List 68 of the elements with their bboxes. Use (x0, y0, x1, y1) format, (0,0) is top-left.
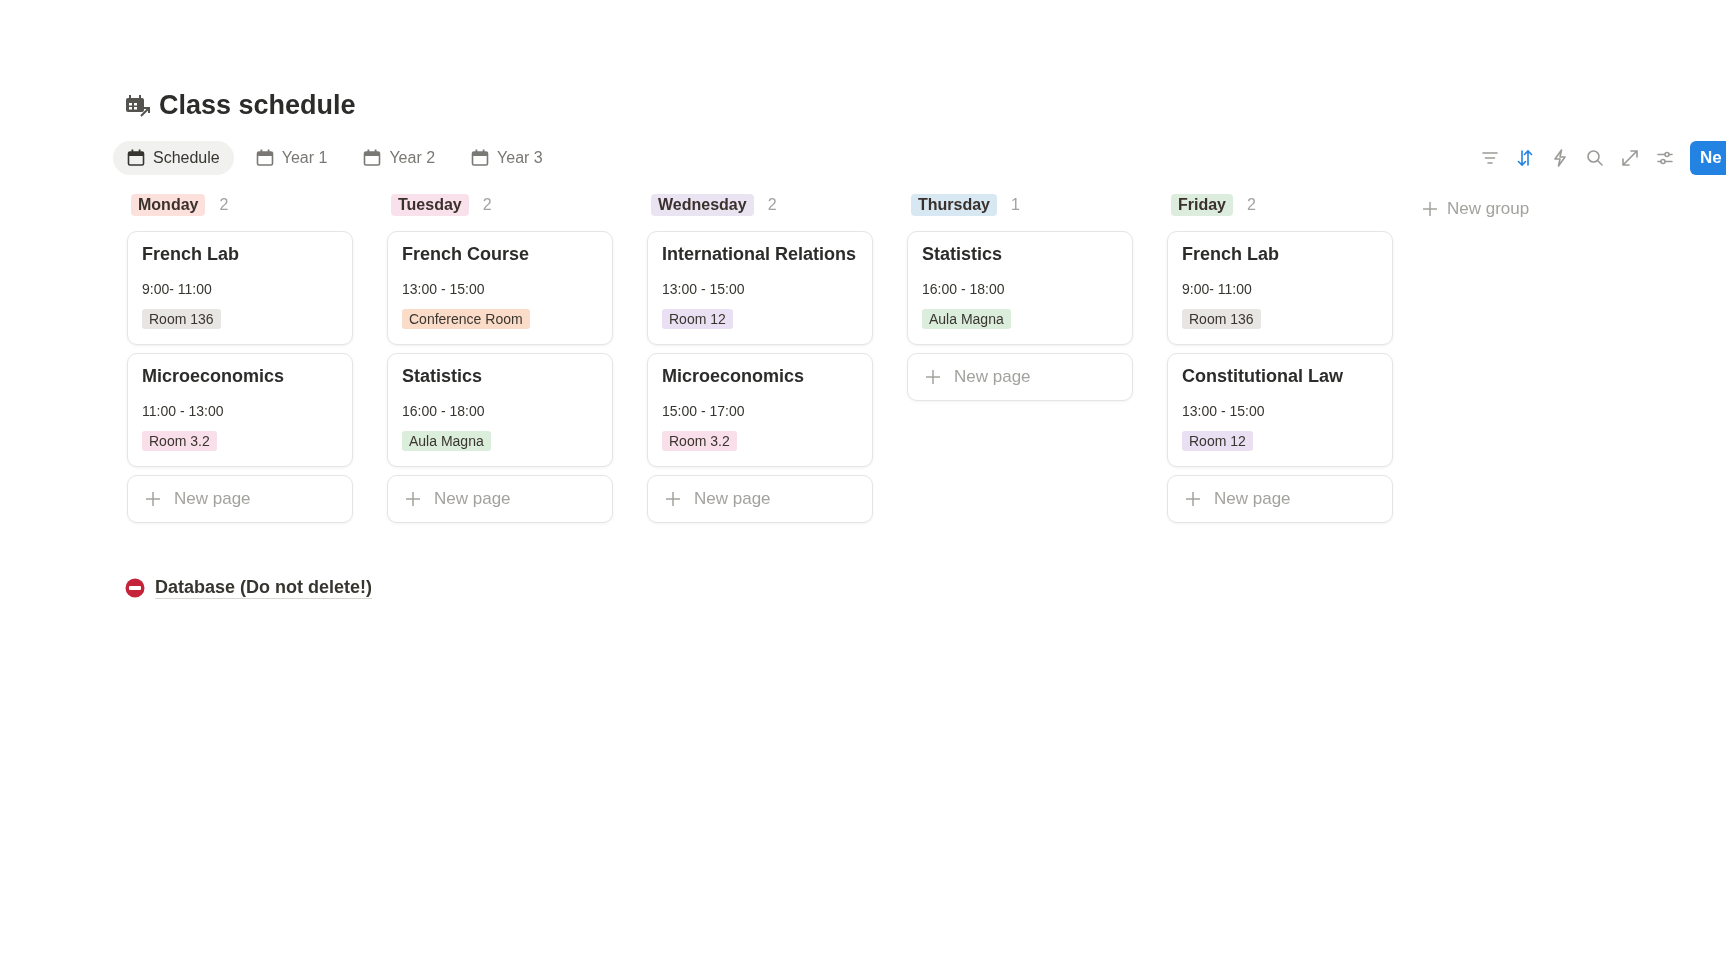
group-count: 2 (767, 196, 777, 214)
card-title: French Lab (1182, 244, 1279, 265)
calendar-icon (127, 149, 145, 167)
group-label: Monday (131, 194, 206, 216)
class-time: 16:00 - 18:00 (922, 281, 1005, 297)
class-time: 9:00- 11:00 (142, 281, 212, 297)
sort-icon[interactable] (1515, 148, 1535, 168)
group-count: 2 (1247, 196, 1256, 214)
class-card[interactable]: French Lab 9:00- 11:00 Room 136 (127, 231, 353, 345)
plus-icon (1423, 202, 1437, 216)
group-label: Friday (1171, 194, 1233, 216)
class-card[interactable]: French Course 13:00 - 15:00 Conference Room (387, 231, 613, 345)
card-title: Statistics (402, 366, 483, 387)
class-time: 9:00- 11:00 (1182, 281, 1252, 297)
plus-icon (666, 492, 680, 506)
card-title: French Course (402, 244, 530, 265)
room-tag: Room 136 (1182, 309, 1261, 329)
calendar-icon (363, 149, 382, 167)
group-count: 2 (219, 196, 229, 214)
class-card[interactable]: French Lab 9:00- 11:00 Room 136 (1167, 231, 1393, 345)
class-card[interactable]: International Relations 13:00 - 15:00 Room 12 (647, 231, 873, 345)
class-card[interactable]: Microeconomics 15:00 - 17:00 Room 3.2 (647, 353, 873, 467)
class-time: 13:00 - 15:00 (402, 281, 485, 297)
class-time: 11:00 - 13:00 (142, 403, 224, 419)
class-time: 16:00 - 18:00 (402, 403, 485, 419)
plus-icon (1186, 492, 1200, 506)
class-card[interactable]: Microeconomics 11:00 - 13:00 Room 3.2 (127, 353, 353, 467)
calendar-icon (471, 149, 490, 167)
card-title: Statistics (922, 244, 1003, 265)
group-label: Wednesday (651, 194, 754, 216)
new-button[interactable]: Ne (1690, 141, 1726, 175)
group-count: 2 (482, 196, 492, 214)
card-title: International Relations (662, 244, 857, 265)
room-tag: Room 3.2 (142, 431, 217, 451)
group-count: 1 (1011, 196, 1020, 214)
view-tab[interactable]: Year 2 (349, 141, 450, 175)
card-title: Constitutional Law (1182, 366, 1343, 387)
card-title: Microeconomics (142, 366, 285, 387)
room-tag: Room 12 (1182, 431, 1253, 451)
class-card[interactable]: Statistics 16:00 - 18:00 Aula Magna (387, 353, 613, 467)
class-card[interactable]: Statistics 16:00 - 18:00 Aula Magna (907, 231, 1133, 345)
search-icon[interactable] (1585, 148, 1605, 168)
room-tag: Aula Magna (402, 431, 491, 451)
page-title: Class schedule (159, 90, 356, 121)
calendar-icon (255, 149, 274, 167)
room-tag: Room 12 (662, 309, 733, 329)
plus-icon (406, 492, 420, 506)
view-tab[interactable]: Year 3 (457, 141, 557, 175)
calendar-arrow-icon (125, 93, 151, 118)
class-card[interactable]: Constitutional Law 13:00 - 15:00 Room 12 (1167, 353, 1393, 467)
room-tag: Room 3.2 (662, 431, 737, 451)
plus-icon (146, 492, 160, 506)
room-tag: Aula Magna (922, 309, 1011, 329)
room-tag: Room 136 (142, 309, 221, 329)
class-time: 13:00 - 15:00 (1182, 403, 1265, 419)
expand-icon[interactable] (1620, 148, 1640, 168)
plus-icon (926, 370, 940, 384)
class-time: 15:00 - 17:00 (662, 403, 745, 419)
view-tab[interactable]: Schedule (113, 141, 234, 175)
no-entry-icon (125, 578, 145, 598)
class-time: 13:00 - 15:00 (662, 281, 745, 297)
group-label: Thursday (911, 194, 997, 216)
card-title: French Lab (142, 244, 239, 265)
group-label: Tuesday (391, 194, 469, 216)
card-title: Microeconomics (662, 366, 805, 387)
database-link[interactable]: Database (Do not delete!) (155, 577, 373, 599)
room-tag: Conference Room (402, 309, 530, 329)
view-tab[interactable]: Year 1 (241, 141, 342, 175)
